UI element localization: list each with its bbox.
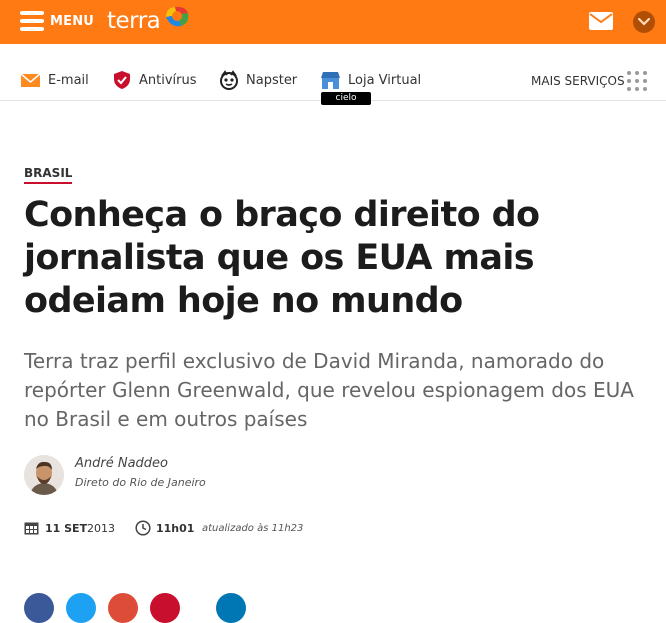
share-pinterest-button[interactable]: [150, 593, 180, 623]
cielo-badge: cielo: [321, 92, 371, 105]
more-services-link[interactable]: MAIS SERVIÇOS: [531, 74, 625, 88]
terra-logo-icon: [166, 6, 189, 27]
article-subtitle: Terra traz perfil exclusivo de David Mir…: [24, 349, 634, 431]
author-photo: [24, 455, 64, 495]
avatar[interactable]: [24, 455, 64, 495]
publish-time: 11h01: [156, 522, 195, 535]
menu-label: MENU: [50, 13, 95, 29]
share-googleplus-button[interactable]: [108, 593, 138, 623]
service-antivirus[interactable]: Antivírus: [112, 68, 197, 92]
publish-year: 2013: [87, 522, 115, 535]
brand-name: terra: [107, 8, 161, 34]
store-icon: [321, 72, 340, 89]
article-meta: 11 SET 2013 11h01 atualizado às 11h23: [24, 520, 424, 538]
share-linkedin-button[interactable]: [216, 593, 246, 623]
service-label: Antivírus: [139, 72, 197, 88]
envelope-icon: [20, 73, 41, 87]
apps-grid-icon[interactable]: [627, 71, 647, 91]
mail-icon[interactable]: [588, 11, 614, 31]
shield-icon: [114, 71, 130, 89]
napster-icon: [220, 70, 238, 90]
share-facebook-button[interactable]: [24, 593, 54, 623]
section-tag[interactable]: BRASIL: [24, 166, 73, 184]
service-store[interactable]: Loja Virtual: [320, 68, 421, 92]
share-twitter-button[interactable]: [66, 593, 96, 623]
terra-brand[interactable]: terra: [107, 6, 191, 36]
article-title: Conheça o braço direito do jornalista qu…: [24, 195, 540, 321]
publish-day: 11 SET: [45, 522, 88, 535]
account-dropdown-button[interactable]: [633, 11, 655, 33]
menu-button[interactable]: MENU: [20, 8, 94, 34]
service-label: Napster: [246, 72, 298, 88]
service-label: Loja Virtual: [348, 72, 422, 88]
chevron-down-icon: [638, 18, 650, 26]
author-name[interactable]: André Naddeo: [75, 456, 168, 471]
service-napster[interactable]: Napster: [219, 68, 297, 92]
hamburger-icon: [20, 11, 44, 31]
author-role: Direto do Rio de Janeiro: [75, 476, 206, 489]
service-email[interactable]: E-mail: [20, 68, 89, 92]
updated-time: atualizado às 11h23: [202, 523, 304, 534]
calendar-icon: [24, 522, 39, 535]
clock-icon: [135, 520, 151, 536]
service-label: E-mail: [48, 72, 89, 88]
top-bar: MENU terra: [0, 0, 666, 44]
